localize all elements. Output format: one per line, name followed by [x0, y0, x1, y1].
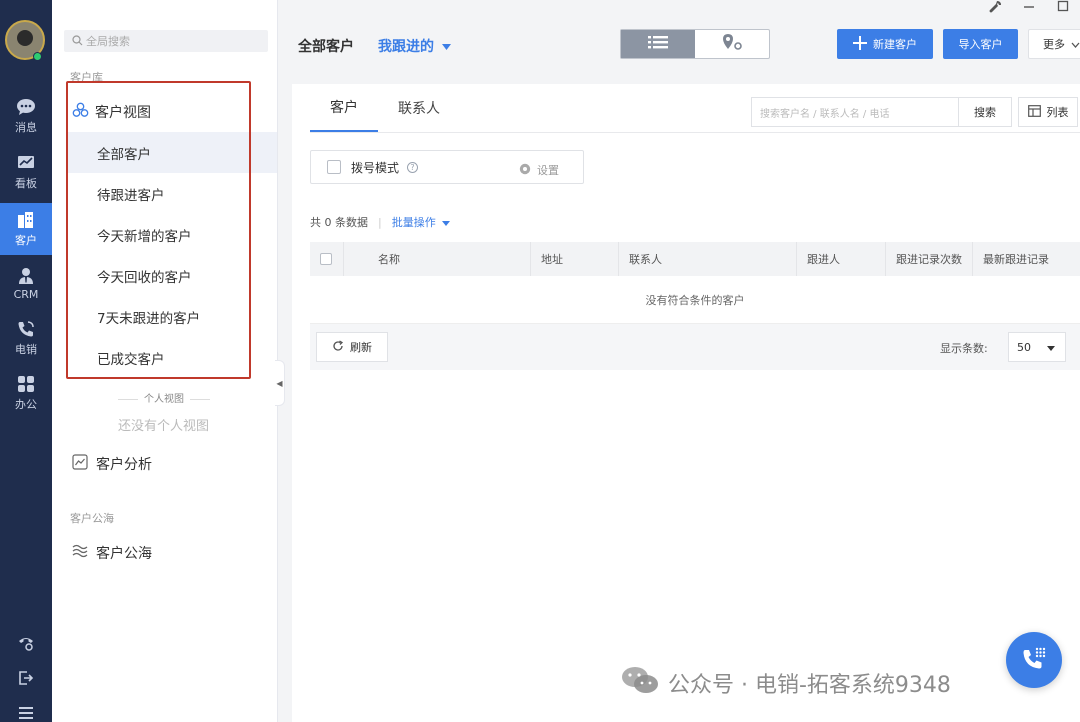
section-public-pool: 客户公海	[70, 512, 114, 525]
separator: |	[378, 215, 382, 229]
column-header-owner[interactable]: 跟进人	[797, 242, 886, 276]
select-all-checkbox[interactable]	[320, 253, 332, 265]
bulk-actions-dropdown[interactable]: 批量操作	[392, 214, 450, 230]
menu-icon[interactable]	[0, 700, 52, 722]
table-header: 名称 地址 联系人 跟进人 跟进记录次数 最新跟进记录	[310, 242, 1080, 276]
search-icon	[72, 35, 83, 49]
customer-analysis-link[interactable]: 客户分析	[72, 454, 152, 474]
select-all-cell	[310, 242, 344, 276]
view-item-reclaimed-today[interactable]: 今天回收的客户	[68, 255, 277, 296]
plus-icon	[853, 35, 867, 53]
sidebar-collapse-handle[interactable]: ◀	[275, 360, 285, 406]
rail-item-dashboard[interactable]: 看板	[0, 146, 52, 198]
table-icon	[1027, 104, 1041, 120]
customer-sidebar: 全局搜索 客户库 客户视图 全部客户 待跟进客户 今天新增的客户 今天回收的客户…	[52, 0, 278, 722]
view-item-new-today[interactable]: 今天新增的客户	[68, 214, 277, 255]
main-panel: 客户 联系人 搜索客户名 / 联系人名 / 电话 搜索 列表 拨号模式 ? 设置…	[292, 84, 1080, 722]
chevron-left-icon: ◀	[276, 378, 283, 388]
gear-icon	[519, 163, 531, 178]
list-view-button[interactable]	[621, 30, 695, 58]
rail-item-crm[interactable]: CRM	[0, 258, 52, 310]
public-pool-link[interactable]: 客户公海	[72, 543, 152, 563]
top-header: 全部客户 我跟进的 新建客户 导入客户 更多	[278, 0, 1080, 72]
maximize-icon[interactable]	[1057, 0, 1069, 16]
customer-search-input[interactable]: 搜索客户名 / 联系人名 / 电话	[751, 97, 958, 127]
dial-mode-checkbox[interactable]	[327, 160, 341, 174]
list-icon	[648, 35, 668, 53]
more-dropdown[interactable]: 更多	[1028, 29, 1080, 59]
waves-icon	[72, 544, 88, 562]
wechat-icon	[620, 664, 660, 702]
dashboard-chart-icon	[16, 154, 36, 172]
column-header-latest-followup[interactable]: 最新跟进记录	[973, 242, 1080, 276]
customer-view-icon	[72, 102, 89, 122]
customer-view-header[interactable]: 客户视图	[72, 102, 151, 122]
online-status-dot	[33, 52, 42, 61]
column-header-followup-count[interactable]: 跟进记录次数	[886, 242, 973, 276]
tab-contacts[interactable]: 联系人	[378, 84, 460, 132]
caret-down-icon	[442, 38, 451, 54]
view-mode-toggle	[620, 29, 770, 59]
rail-item-telesales[interactable]: 电销	[0, 312, 52, 364]
logout-icon[interactable]	[0, 665, 52, 691]
new-customer-button[interactable]: 新建客户	[837, 29, 933, 59]
record-count: 共 0 条数据	[310, 216, 368, 229]
tab-divider	[310, 132, 1080, 133]
rail-item-office[interactable]: 办公	[0, 367, 52, 419]
refresh-button[interactable]: 刷新	[316, 332, 388, 362]
tab-customers[interactable]: 客户	[310, 84, 378, 132]
tab-bar: 客户 联系人	[310, 84, 460, 134]
person-tie-icon	[16, 267, 36, 285]
refresh-icon	[332, 339, 344, 355]
global-search-input[interactable]: 全局搜索	[64, 30, 268, 52]
map-pin-icon	[721, 33, 743, 55]
view-item-all-customers[interactable]: 全部客户	[68, 132, 277, 173]
personal-view-empty-text: 还没有个人视图	[118, 419, 210, 434]
left-nav-rail: 消息 看板 客户 CRM 电销 办公	[0, 0, 52, 722]
grid-apps-icon	[16, 375, 36, 393]
page-size-select[interactable]: 50	[1008, 332, 1066, 362]
building-icon	[16, 211, 36, 229]
search-button[interactable]: 搜索	[958, 97, 1012, 127]
table-footer: 刷新 显示条数: 50	[310, 324, 1080, 370]
view-item-no-followup-7days[interactable]: 7天未跟进的客户	[68, 296, 277, 337]
page-size-label: 显示条数:	[940, 342, 988, 355]
phone-keypad-icon	[1020, 644, 1048, 676]
view-item-pending-followup[interactable]: 待跟进客户	[68, 173, 277, 214]
watermark: 公众号 · 电销-拓客系统9348	[620, 664, 951, 702]
column-header-address[interactable]: 地址	[531, 242, 619, 276]
column-list-button[interactable]: 列表	[1018, 97, 1078, 127]
dial-mode-label: 拨号模式	[351, 160, 400, 175]
view-item-closed-deals[interactable]: 已成交客户	[68, 337, 277, 378]
wrench-icon[interactable]	[988, 0, 1002, 16]
ownership-filter-dropdown[interactable]: 我跟进的	[378, 36, 451, 56]
customer-view-list: 全部客户 待跟进客户 今天新增的客户 今天回收的客户 7天未跟进的客户 已成交客…	[68, 132, 277, 378]
dial-mode-bar: 拨号模式 ? 设置	[310, 150, 584, 184]
column-header-contact[interactable]: 联系人	[619, 242, 797, 276]
map-view-button[interactable]	[695, 30, 769, 58]
minimize-icon[interactable]	[1023, 0, 1035, 16]
caret-down-icon	[1047, 341, 1055, 354]
help-icon[interactable]: ?	[407, 161, 419, 173]
dial-settings-button[interactable]: 设置	[519, 162, 559, 178]
trend-chart-icon	[72, 454, 88, 474]
caret-down-icon	[441, 216, 450, 229]
chevron-down-icon	[1071, 38, 1080, 51]
dialpad-call-button[interactable]	[1006, 632, 1062, 688]
empty-table-message: 没有符合条件的客户	[310, 276, 1080, 324]
section-customer-library: 客户库	[70, 71, 103, 84]
page-title: 全部客户	[298, 39, 354, 55]
column-header-name[interactable]: 名称	[344, 242, 531, 276]
call-settings-icon[interactable]	[0, 630, 52, 656]
rail-item-messages[interactable]: 消息	[0, 90, 52, 142]
record-count-row: 共 0 条数据 | 批量操作	[310, 214, 450, 230]
personal-view-divider: 个人视图	[112, 390, 216, 405]
import-customer-button[interactable]: 导入客户	[943, 29, 1018, 59]
phone-icon	[16, 320, 36, 338]
rail-item-customers[interactable]: 客户	[0, 203, 52, 255]
chat-bubble-icon	[16, 98, 36, 116]
